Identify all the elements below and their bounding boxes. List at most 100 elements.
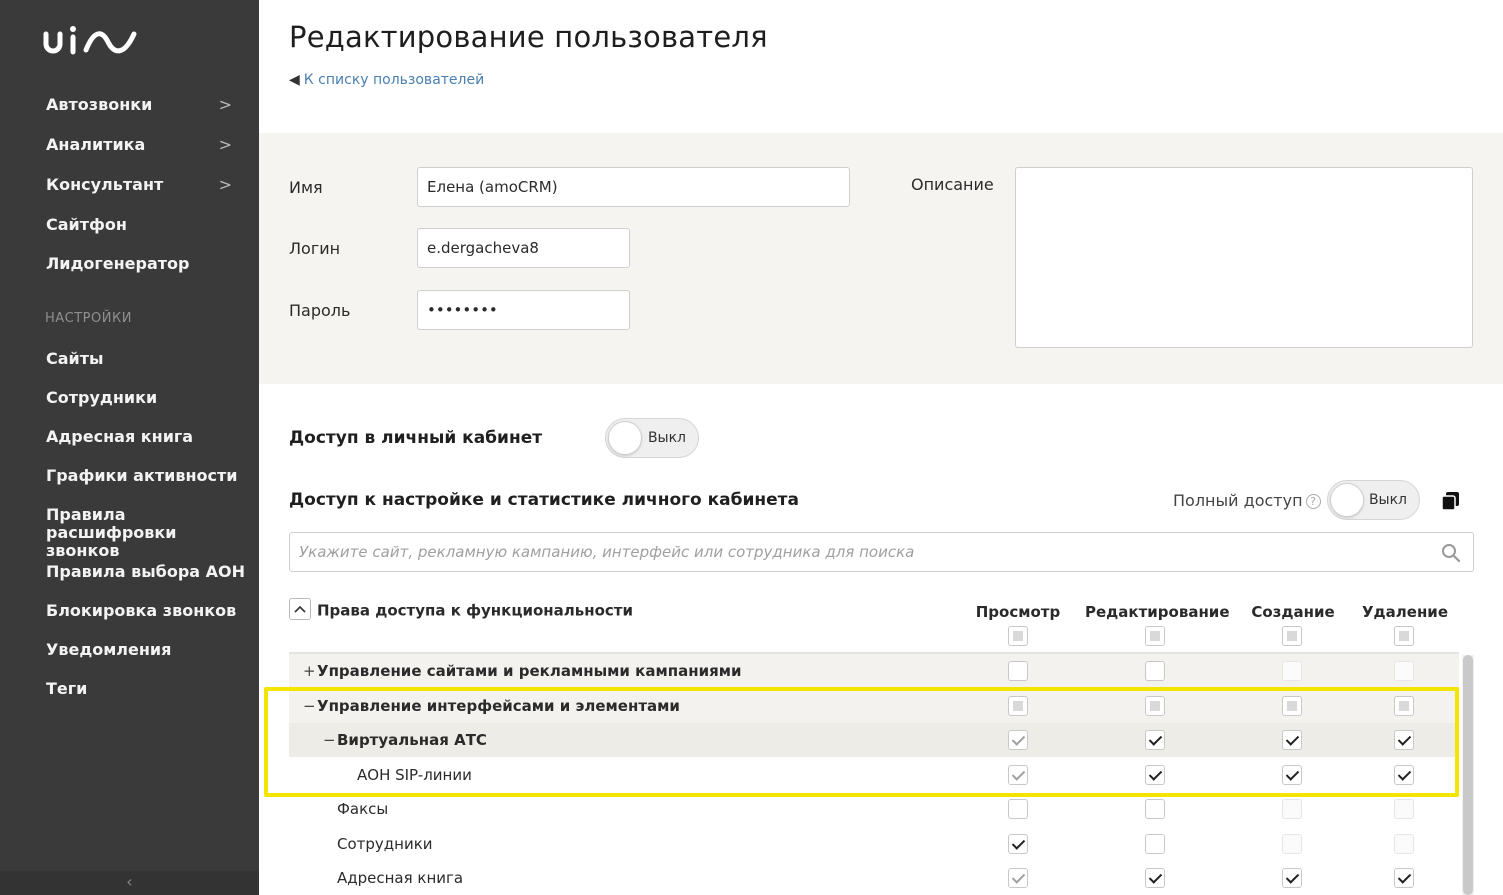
permission-row-label: Факсы	[337, 800, 389, 818]
collapse-all-button[interactable]	[289, 598, 311, 620]
scrollbar-thumb[interactable]	[1463, 655, 1473, 895]
permission-checkbox[interactable]	[1008, 764, 1028, 785]
permission-row: −Управление интерфейсами и элементами	[289, 688, 1459, 723]
permission-checkbox[interactable]	[1282, 764, 1302, 785]
permission-checkbox[interactable]	[1145, 764, 1165, 785]
permission-checkbox	[1282, 799, 1302, 819]
full-access-toggle[interactable]: Выкл	[1327, 480, 1420, 520]
permission-checkbox[interactable]	[1008, 833, 1028, 854]
permission-row: АОН SIP-линии	[289, 757, 1459, 792]
nav-item-consultant[interactable]: Консультант >	[46, 176, 246, 194]
back-to-users-link[interactable]: ◀ К списку пользователей	[289, 72, 484, 88]
toggle-state-label: Выкл	[647, 430, 686, 446]
permission-checkbox[interactable]	[1394, 868, 1414, 888]
permission-checkbox[interactable]	[1282, 695, 1302, 716]
permission-checkbox	[1282, 661, 1302, 681]
permission-row: −Виртуальная АТС	[289, 723, 1459, 757]
nav-item-employees[interactable]: Сотрудники	[46, 389, 246, 407]
chevron-right-icon: >	[218, 135, 232, 154]
permission-checkbox[interactable]	[1145, 695, 1165, 716]
nav-item-aon-rules[interactable]: Правила выбора АОН	[46, 563, 246, 581]
description-label: Описание	[911, 175, 994, 194]
collapse-icon[interactable]: −	[323, 731, 337, 749]
permission-checkbox[interactable]	[1145, 833, 1165, 854]
permission-row-label[interactable]: −Виртуальная АТС	[323, 731, 487, 749]
toggle-knob	[608, 421, 642, 455]
expand-icon[interactable]: +	[303, 662, 317, 680]
permission-checkbox	[1282, 833, 1302, 854]
description-textarea[interactable]	[1015, 167, 1473, 348]
permission-row: Адресная книга	[289, 861, 1459, 895]
permission-checkbox[interactable]	[1394, 730, 1414, 750]
permission-checkbox	[1394, 661, 1414, 681]
toggle-state-label: Выкл	[1368, 492, 1407, 508]
permissions-search-input[interactable]	[290, 533, 1430, 571]
permission-checkbox[interactable]	[1394, 695, 1414, 716]
help-icon[interactable]: ?	[1305, 494, 1321, 509]
name-label: Имя	[289, 178, 323, 197]
full-access-label: Полный доступ?	[1173, 491, 1321, 510]
permission-checkbox[interactable]	[1145, 730, 1165, 750]
permission-row-label[interactable]: −Управление интерфейсами и элементами	[303, 697, 680, 715]
password-label: Пароль	[289, 301, 351, 320]
settings-section-title: НАСТРОЙКИ	[45, 311, 132, 326]
nav-item-leadgen[interactable]: Лидогенератор	[46, 255, 246, 273]
header-checkbox[interactable]	[1282, 626, 1302, 646]
permission-checkbox[interactable]	[1008, 730, 1028, 750]
column-delete: Удаление	[1361, 603, 1448, 621]
nav-item-address-book[interactable]: Адресная книга	[46, 428, 246, 446]
nav-item-sitephone[interactable]: Сайтфон	[46, 216, 246, 234]
uis-logo[interactable]	[42, 22, 142, 62]
permission-checkbox[interactable]	[1145, 868, 1165, 888]
page-title: Редактирование пользователя	[289, 20, 768, 54]
collapse-icon[interactable]: −	[303, 697, 317, 715]
nav-item-transcription-rules[interactable]: Правила расшифровки звонков	[46, 506, 241, 560]
header-checkbox[interactable]	[1145, 626, 1165, 646]
permission-row: Факсы	[289, 792, 1459, 826]
permission-checkbox	[1394, 799, 1414, 819]
sidebar: Автозвонки > Аналитика > Консультант > С…	[0, 0, 259, 895]
permission-row-label: Сотрудники	[337, 834, 433, 853]
copy-icon[interactable]	[1440, 490, 1462, 512]
chevron-up-icon	[294, 605, 306, 613]
settings-access-label: Доступ к настройке и статистике личного …	[289, 490, 799, 510]
permission-row-label[interactable]: +Управление сайтами и рекламными кампани…	[303, 662, 741, 680]
permission-checkbox[interactable]	[1008, 661, 1028, 681]
permission-row-label: Адресная книга	[337, 869, 464, 887]
nav-item-autocalls[interactable]: Автозвонки >	[46, 96, 246, 114]
login-label: Логин	[289, 239, 341, 258]
permission-checkbox[interactable]	[1008, 799, 1028, 819]
nav-item-analytics[interactable]: Аналитика >	[46, 136, 246, 154]
chevron-right-icon: >	[218, 95, 232, 114]
permission-row: Сотрудники	[289, 826, 1459, 861]
nav-item-activity-schedules[interactable]: Графики активности	[46, 467, 246, 485]
permission-checkbox[interactable]	[1282, 868, 1302, 888]
chevron-right-icon: >	[218, 175, 232, 194]
permission-row: +Управление сайтами и рекламными кампани…	[289, 654, 1459, 688]
column-edit: Редактирование	[1085, 603, 1230, 621]
column-create: Создание	[1251, 603, 1335, 621]
password-input[interactable]	[417, 290, 630, 330]
cabinet-access-toggle[interactable]: Выкл	[605, 418, 699, 458]
column-view: Просмотр	[975, 603, 1061, 621]
permission-checkbox[interactable]	[1145, 799, 1165, 819]
permission-checkbox[interactable]	[1008, 695, 1028, 716]
nav-item-notifications[interactable]: Уведомления	[46, 641, 246, 659]
nav-item-tags[interactable]: Теги	[46, 680, 246, 698]
header-checkbox[interactable]	[1008, 626, 1028, 646]
permission-row-label: АОН SIP-линии	[357, 765, 472, 784]
login-input[interactable]	[417, 228, 630, 268]
table-scrollbar[interactable]	[1462, 655, 1474, 895]
permission-checkbox	[1394, 833, 1414, 854]
permission-checkbox[interactable]	[1394, 764, 1414, 785]
name-input[interactable]	[417, 167, 850, 207]
permission-checkbox[interactable]	[1282, 730, 1302, 750]
toggle-knob	[1330, 483, 1364, 517]
nav-item-sites[interactable]: Сайты	[46, 350, 246, 368]
search-icon[interactable]	[1441, 543, 1461, 563]
permission-checkbox[interactable]	[1008, 868, 1028, 888]
sidebar-collapse-button[interactable]: ‹	[0, 871, 259, 895]
permission-checkbox[interactable]	[1145, 661, 1165, 681]
nav-item-call-blocking[interactable]: Блокировка звонков	[46, 602, 246, 620]
header-checkbox[interactable]	[1394, 626, 1414, 646]
